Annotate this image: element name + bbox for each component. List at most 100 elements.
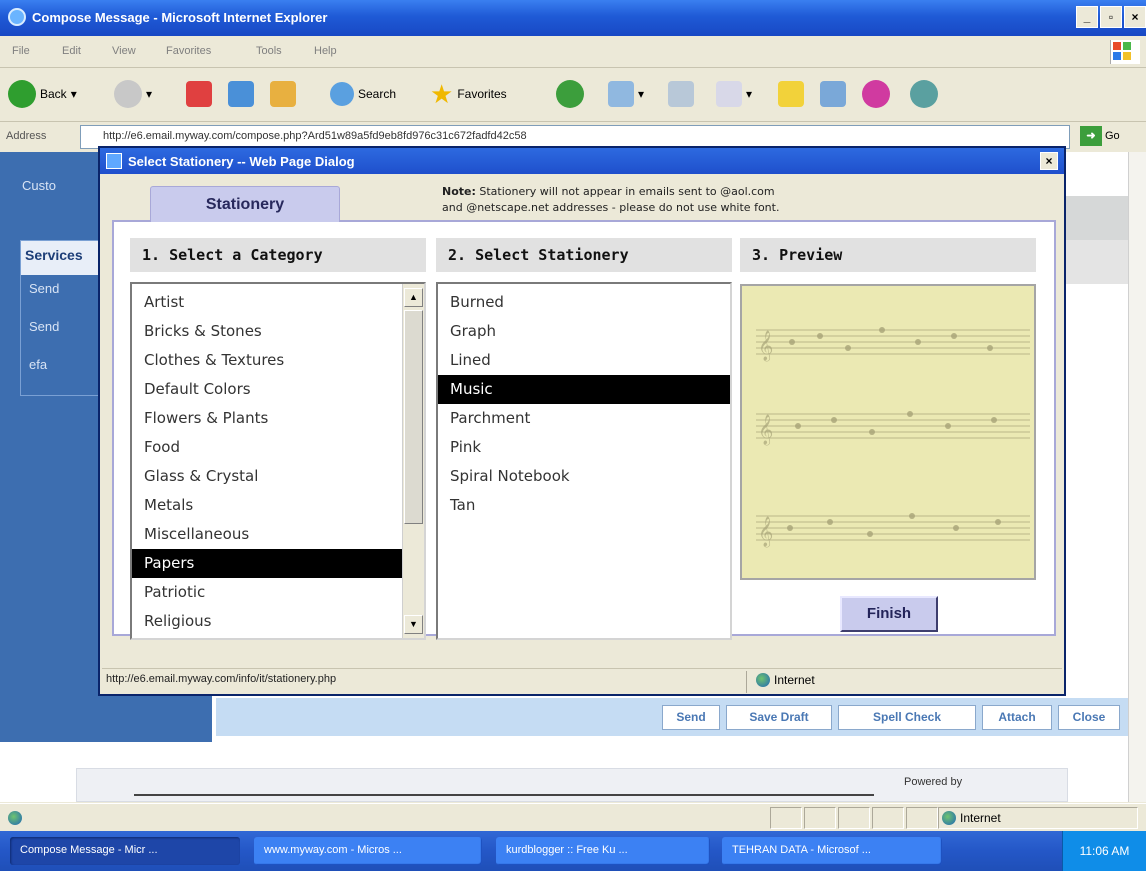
stationery-list[interactable]: Burned Graph Lined Music Parchment Pink Spiral…	[436, 282, 732, 640]
favorites-label: Favorites	[457, 87, 507, 101]
dialog-statusbar: http://e6.email.myway.com/info/it/statio…	[102, 668, 1062, 694]
star-icon: ★	[430, 79, 454, 109]
stationery-item[interactable]: Music	[438, 375, 730, 404]
research-icon	[820, 81, 846, 107]
minimize-button[interactable]: _	[1076, 6, 1098, 28]
finish-button[interactable]: Finish	[840, 596, 938, 632]
taskbar-button[interactable]: www.myway.com - Micros ...	[254, 837, 482, 865]
refresh-icon	[228, 81, 254, 107]
mail-icon	[608, 81, 634, 107]
save-draft-button[interactable]: Save Draft	[726, 705, 832, 730]
services-item[interactable]: efa	[21, 351, 105, 389]
search-button[interactable]: Search	[330, 76, 396, 112]
category-item[interactable]: Bricks & Stones	[132, 317, 402, 346]
attach-button[interactable]: Attach	[982, 705, 1052, 730]
stationery-note: Note: Stationery will not appear in emai…	[442, 184, 779, 216]
zone-label: Internet	[960, 811, 1001, 825]
forward-button[interactable]: ▾	[114, 76, 152, 112]
stationery-dialog: Select Stationery -- Web Page Dialog × S…	[98, 146, 1066, 696]
windows-logo-icon	[1110, 40, 1140, 64]
services-item[interactable]: Send	[21, 275, 105, 313]
media-button[interactable]	[556, 76, 584, 112]
category-list[interactable]: Artist Bricks & Stones Clothes & Textures D…	[130, 282, 426, 640]
category-items: Artist Bricks & Stones Clothes & Textures D…	[132, 284, 424, 636]
spell-check-button[interactable]: Spell Check	[838, 705, 976, 730]
print-icon	[668, 81, 694, 107]
clock[interactable]: 11:06 AM	[1062, 831, 1146, 871]
chevron-down-icon: ▾	[70, 87, 77, 101]
taskbar-button[interactable]: TEHRAN DATA - Microsof ...	[722, 837, 942, 865]
menu-view[interactable]: View	[112, 45, 136, 57]
mail-button[interactable]: ▾	[608, 76, 644, 112]
menu-edit[interactable]: Edit	[62, 45, 81, 57]
dialog-icon	[106, 153, 122, 169]
category-item[interactable]: Flowers & Plants	[132, 404, 402, 433]
category-item[interactable]: Glass & Crystal	[132, 462, 402, 491]
search-icon	[330, 82, 354, 106]
close-compose-button[interactable]: Close	[1058, 705, 1120, 730]
scroll-down-icon[interactable]: ▼	[404, 615, 423, 634]
tab-stationery[interactable]: Stationery	[150, 186, 340, 222]
taskbar-button[interactable]: Compose Message - Micr ...	[10, 837, 240, 865]
category-item[interactable]: Artist	[132, 288, 402, 317]
home-button[interactable]	[270, 76, 296, 112]
maximize-button[interactable]: ▫	[1100, 6, 1122, 28]
category-item[interactable]: Papers	[132, 549, 402, 578]
refresh-button[interactable]	[228, 76, 254, 112]
svg-text:𝄞: 𝄞	[758, 516, 773, 548]
edit-button[interactable]: ▾	[716, 76, 752, 112]
stationery-item[interactable]: Spiral Notebook	[438, 462, 730, 491]
stop-icon	[186, 81, 212, 107]
toolbar: Back ▾ ▾ Search ★ Favorites ▾ ▾	[0, 68, 1146, 122]
services-item[interactable]: Send	[21, 313, 105, 351]
stationery-item[interactable]: Lined	[438, 346, 730, 375]
stationery-preview: 𝄞 𝄞 𝄞	[740, 284, 1036, 580]
category-item[interactable]: Clothes & Textures	[132, 346, 402, 375]
category-header: 1. Select a Category	[130, 238, 426, 272]
stationery-item[interactable]: Burned	[438, 288, 730, 317]
scroll-up-icon[interactable]: ▲	[404, 288, 423, 307]
go-arrow-icon: ➜	[1080, 126, 1102, 146]
notes-button[interactable]	[778, 76, 804, 112]
dialog-titlebar[interactable]: Select Stationery -- Web Page Dialog ×	[100, 148, 1064, 174]
menu-help[interactable]: Help	[314, 45, 337, 57]
stationery-item[interactable]: Graph	[438, 317, 730, 346]
category-item[interactable]: Default Colors	[132, 375, 402, 404]
category-item[interactable]: Food	[132, 433, 402, 462]
research-button[interactable]	[820, 76, 846, 112]
left-nav-item[interactable]: Custo	[22, 178, 56, 193]
contacts-button[interactable]	[910, 76, 938, 112]
menu-file[interactable]: File	[12, 45, 30, 57]
category-item[interactable]: Metals	[132, 491, 402, 520]
dialog-close-button[interactable]: ×	[1040, 152, 1058, 170]
scroll-thumb[interactable]	[404, 310, 423, 524]
ie-titlebar[interactable]: Compose Message - Microsoft Internet Exp…	[0, 0, 1146, 36]
stationery-items: Burned Graph Lined Music Parchment Pink Spiral…	[438, 284, 730, 520]
page-scrollbar[interactable]	[1128, 152, 1146, 802]
favorites-button[interactable]: ★ Favorites	[430, 76, 507, 112]
category-item[interactable]: Miscellaneous	[132, 520, 402, 549]
send-button[interactable]: Send	[662, 705, 720, 730]
go-button[interactable]: ➜ Go	[1080, 126, 1120, 146]
taskbar-button[interactable]: kurdblogger :: Free Ku ...	[496, 837, 710, 865]
stationery-item[interactable]: Tan	[438, 491, 730, 520]
menu-tools[interactable]: Tools	[256, 45, 282, 57]
dialog-title: Select Stationery -- Web Page Dialog	[128, 154, 355, 169]
category-scrollbar[interactable]: ▲ ▼	[402, 284, 424, 638]
ie-icon	[8, 8, 26, 26]
stationery-header: 2. Select Stationery	[436, 238, 732, 272]
category-item[interactable]: Religious	[132, 607, 402, 636]
menu-favorites[interactable]: Favorites	[166, 45, 211, 57]
back-button[interactable]: Back ▾	[8, 76, 77, 112]
services-header: Services	[21, 241, 105, 275]
note-bold: Note:	[442, 185, 476, 198]
media-icon	[556, 80, 584, 108]
close-button[interactable]: ×	[1124, 6, 1146, 28]
chevron-down-icon: ▾	[638, 87, 645, 101]
messenger-button[interactable]	[862, 76, 890, 112]
category-item[interactable]: Patriotic	[132, 578, 402, 607]
print-button[interactable]	[668, 76, 694, 112]
stationery-item[interactable]: Parchment	[438, 404, 730, 433]
stop-button[interactable]	[186, 76, 212, 112]
stationery-item[interactable]: Pink	[438, 433, 730, 462]
